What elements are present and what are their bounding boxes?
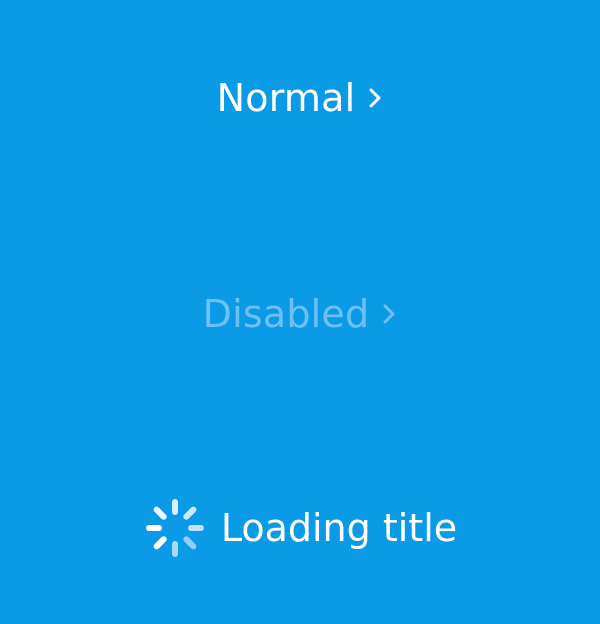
normal-button-label: Normal (216, 76, 356, 120)
spinner-icon (145, 499, 204, 557)
loading-button-label: Loading title (220, 506, 458, 550)
chevron-right-icon (369, 88, 381, 108)
normal-button[interactable]: Normal (0, 76, 600, 120)
disabled-button: Disabled (0, 292, 600, 336)
disabled-button-label: Disabled (202, 292, 370, 336)
chevron-right-icon (383, 304, 395, 324)
loading-button[interactable]: Loading title (0, 499, 600, 557)
